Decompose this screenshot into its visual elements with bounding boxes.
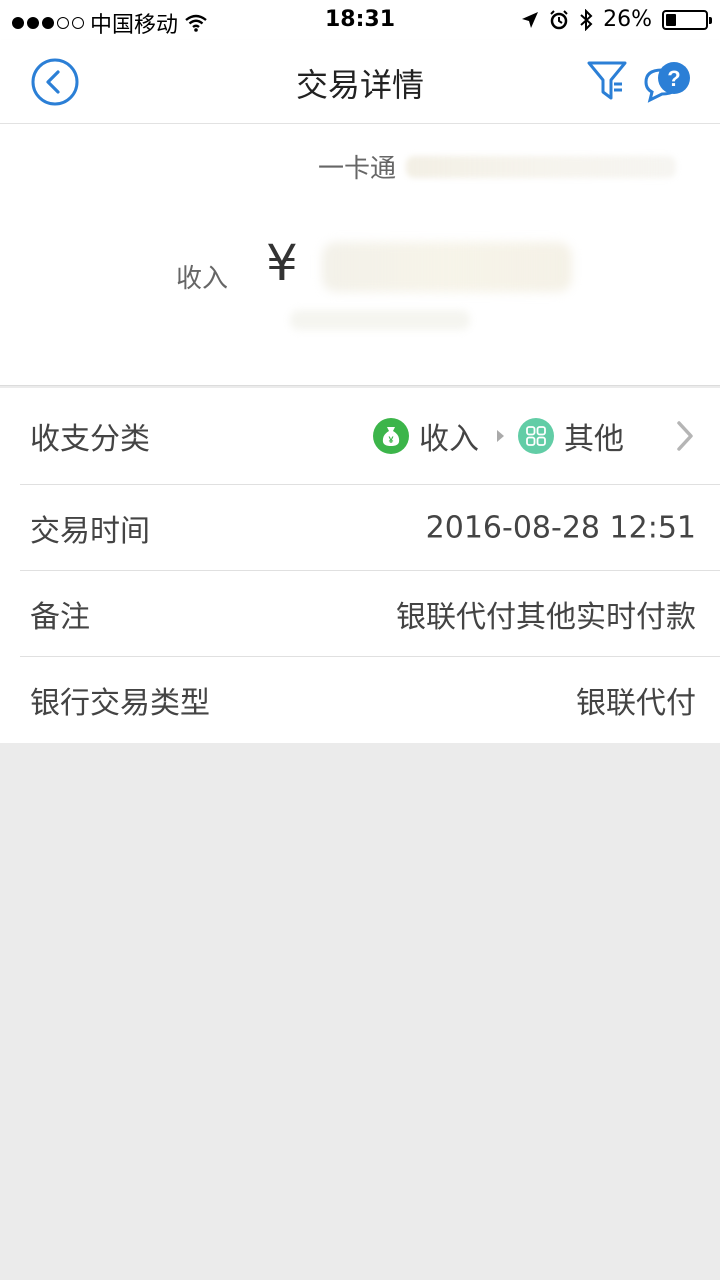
help-chat-icon[interactable]: ? [640,60,696,106]
transaction-summary: 一卡通 收入 ¥ [0,124,720,386]
alarm-icon [550,9,568,29]
grid-icon [518,418,554,454]
note-row: 备注 银联代付其他实时付款 [20,571,720,657]
svg-text:¥: ¥ [388,435,393,445]
transaction-details: 收支分类 ¥ 收入 其他 交易时间 2016-08-28 12:51 备注 银联… [0,388,720,743]
battery-icon [662,9,712,30]
category-primary: 收入 [419,422,479,457]
bank-type-row: 银行交易类型 银联代付 [20,657,720,743]
status-bar: 中国移动 18:31 26% [0,0,720,40]
bank-type-value: 银联代付 [576,686,696,721]
money-bag-icon: ¥ [373,418,409,454]
account-line: 一卡通 [318,148,677,185]
location-arrow-icon [522,11,539,28]
empty-background [0,745,720,1280]
time-row: 交易时间 2016-08-28 12:51 [20,485,720,571]
svg-text:?: ? [667,66,680,91]
category-value: ¥ 收入 其他 [373,414,696,458]
sub-info-redacted [290,310,470,330]
amount-redacted [322,242,572,292]
note-label: 备注 [30,599,90,635]
filter-icon[interactable] [586,58,628,104]
account-prefix: 一卡通 [318,154,397,184]
bank-type-label: 银行交易类型 [30,686,210,721]
status-right: 26% [521,7,712,32]
time-value: 2016-08-28 12:51 [425,510,696,545]
category-row[interactable]: 收支分类 ¥ 收入 其他 [20,388,720,485]
nav-bar: 交易详情 ? [0,40,720,124]
bluetooth-icon [580,8,593,31]
chevron-right-icon [677,421,693,451]
category-label: 收支分类 [30,422,150,457]
category-secondary: 其他 [564,422,624,457]
currency-symbol: ¥ [266,234,298,292]
amount-label: 收入 [176,264,229,294]
battery-level [666,13,676,26]
note-value: 银联代付其他实时付款 [396,599,696,635]
account-number-redacted [406,155,677,178]
time-label: 交易时间 [30,513,150,549]
caret-right-icon [497,430,504,442]
battery-percent: 26% [603,7,652,32]
